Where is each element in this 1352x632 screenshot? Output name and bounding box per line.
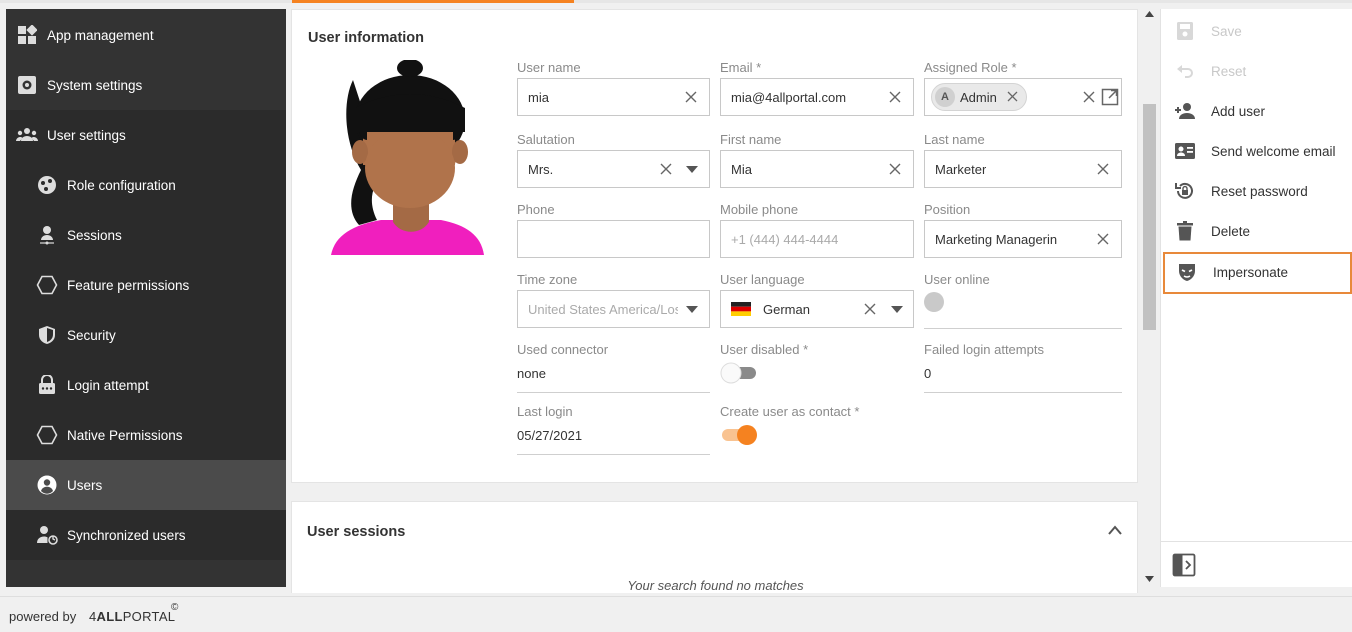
- sidebar-item-role-configuration[interactable]: Role configuration: [6, 160, 286, 210]
- german-flag-icon: [731, 302, 751, 316]
- app-management-icon: [16, 24, 38, 46]
- time-zone-select[interactable]: United States America/Los_Angeles: [517, 290, 710, 328]
- delete-button[interactable]: Delete: [1161, 211, 1352, 251]
- sidebar-item-label: User settings: [47, 127, 126, 143]
- powered-by-text: powered by: [9, 609, 77, 624]
- hexagon-icon: [36, 424, 58, 446]
- add-user-icon: [1175, 103, 1195, 119]
- sidebar-item-label: App management: [47, 27, 154, 43]
- sidebar-item-label: Login attempt: [67, 377, 149, 393]
- actions-panel: Save Reset Add user Send welcome email R…: [1160, 9, 1352, 587]
- lock-reset-icon: [1175, 182, 1193, 199]
- reset-password-button[interactable]: Reset password: [1161, 171, 1352, 211]
- user-circle-icon: [36, 474, 58, 496]
- chevron-up-icon[interactable]: [1107, 524, 1123, 536]
- user-disabled-toggle[interactable]: [720, 362, 758, 384]
- lock-icon: [36, 374, 58, 396]
- online-status-indicator: [924, 292, 944, 312]
- assigned-role-input[interactable]: A Admin: [924, 78, 1122, 116]
- sidebar-item-login-attempt[interactable]: Login attempt: [6, 360, 286, 410]
- avatar: [331, 60, 484, 255]
- salutation-select[interactable]: Mrs.: [517, 150, 710, 188]
- add-user-button[interactable]: Add user: [1161, 91, 1352, 131]
- send-welcome-email-button[interactable]: Send welcome email: [1161, 131, 1352, 171]
- sidebar-item-label: Users: [67, 477, 103, 493]
- role-chip[interactable]: A Admin: [931, 83, 1027, 111]
- sidebar-item-label: Role configuration: [67, 177, 176, 193]
- phone-input[interactable]: [517, 220, 710, 258]
- sidebar-item-label: Security: [67, 327, 116, 343]
- sidebar-item-label: System settings: [47, 77, 143, 93]
- sessions-icon: [36, 224, 58, 246]
- sidebar-item-app-management[interactable]: App management: [6, 10, 286, 60]
- sidebar-item-user-settings[interactable]: User settings: [6, 110, 286, 160]
- clear-icon[interactable]: [1082, 90, 1096, 104]
- user-information-card: User information User name mia Email * m…: [291, 9, 1138, 483]
- create-as-contact-toggle[interactable]: [720, 424, 758, 446]
- brand-logo: 4ALLPORTAL: [89, 609, 176, 624]
- scroll-thumb[interactable]: [1143, 104, 1156, 330]
- sidebar-item-sessions[interactable]: Sessions: [6, 210, 286, 260]
- scroll-down-arrow-icon[interactable]: [1145, 576, 1154, 582]
- position-input[interactable]: Marketing Managerin: [924, 220, 1122, 258]
- save-button[interactable]: Save: [1161, 11, 1352, 51]
- sidebar-item-synchronized-users[interactable]: Synchronized users: [6, 510, 286, 560]
- scroll-up-arrow-icon[interactable]: [1145, 11, 1154, 17]
- reset-button[interactable]: Reset: [1161, 51, 1352, 91]
- chevron-down-icon[interactable]: [891, 306, 903, 314]
- sidebar-item-feature-permissions[interactable]: Feature permissions: [6, 260, 286, 310]
- shield-icon: [36, 324, 58, 346]
- remove-chip-icon[interactable]: [1006, 90, 1019, 103]
- chevron-down-icon[interactable]: [686, 306, 698, 314]
- trash-icon: [1177, 221, 1193, 241]
- save-icon: [1177, 22, 1193, 40]
- contact-card-icon: [1175, 143, 1195, 159]
- sidebar-item-system-settings[interactable]: System settings: [6, 60, 286, 110]
- impersonate-button[interactable]: Impersonate: [1163, 252, 1352, 294]
- mask-icon: [1179, 264, 1195, 281]
- clear-icon[interactable]: [684, 90, 698, 104]
- sidebar-item-security[interactable]: Security: [6, 310, 286, 360]
- card-title: User sessions: [307, 524, 406, 540]
- main-scrollbar[interactable]: [1142, 9, 1157, 587]
- clear-icon[interactable]: [888, 90, 902, 104]
- clear-icon[interactable]: [1096, 162, 1110, 176]
- copyright-mark: ©: [171, 602, 179, 613]
- sidebar: App management System settings User sett…: [6, 9, 286, 587]
- card-title: User information: [308, 30, 425, 46]
- open-external-icon[interactable]: [1101, 88, 1119, 106]
- user-language-select[interactable]: German: [720, 290, 914, 328]
- hexagon-icon: [36, 274, 58, 296]
- clear-icon[interactable]: [1096, 232, 1110, 246]
- sidebar-item-label: Synchronized users: [67, 527, 186, 543]
- chevron-down-icon[interactable]: [686, 166, 698, 174]
- sidebar-item-label: Feature permissions: [67, 277, 190, 293]
- user-sync-icon: [36, 524, 58, 546]
- sidebar-item-label: Native Permissions: [67, 427, 183, 443]
- sidebar-item-native-permissions[interactable]: Native Permissions: [6, 410, 286, 460]
- panel-collapse-icon[interactable]: [1172, 553, 1196, 577]
- empty-state-text: Your search found no matches: [627, 578, 804, 593]
- last-name-input[interactable]: Marketer: [924, 150, 1122, 188]
- first-name-input[interactable]: Mia: [720, 150, 914, 188]
- mobile-phone-input[interactable]: +1 (444) 444-4444: [720, 220, 914, 258]
- system-settings-icon: [16, 74, 38, 96]
- user-sessions-card: User sessions Your search found no match…: [291, 501, 1138, 593]
- user-name-input[interactable]: mia: [517, 78, 710, 116]
- clear-icon[interactable]: [659, 162, 673, 176]
- footer: powered by 4ALLPORTAL ©: [0, 596, 1352, 632]
- user-group-icon: [16, 124, 38, 146]
- sidebar-item-users[interactable]: Users: [6, 460, 286, 510]
- main-content: User information User name mia Email * m…: [286, 3, 1144, 593]
- clear-icon[interactable]: [888, 162, 902, 176]
- email-input[interactable]: mia@4allportal.com: [720, 78, 914, 116]
- role-config-icon: [36, 174, 58, 196]
- undo-icon: [1177, 65, 1193, 78]
- clear-icon[interactable]: [863, 302, 877, 316]
- sidebar-item-label: Sessions: [67, 227, 122, 243]
